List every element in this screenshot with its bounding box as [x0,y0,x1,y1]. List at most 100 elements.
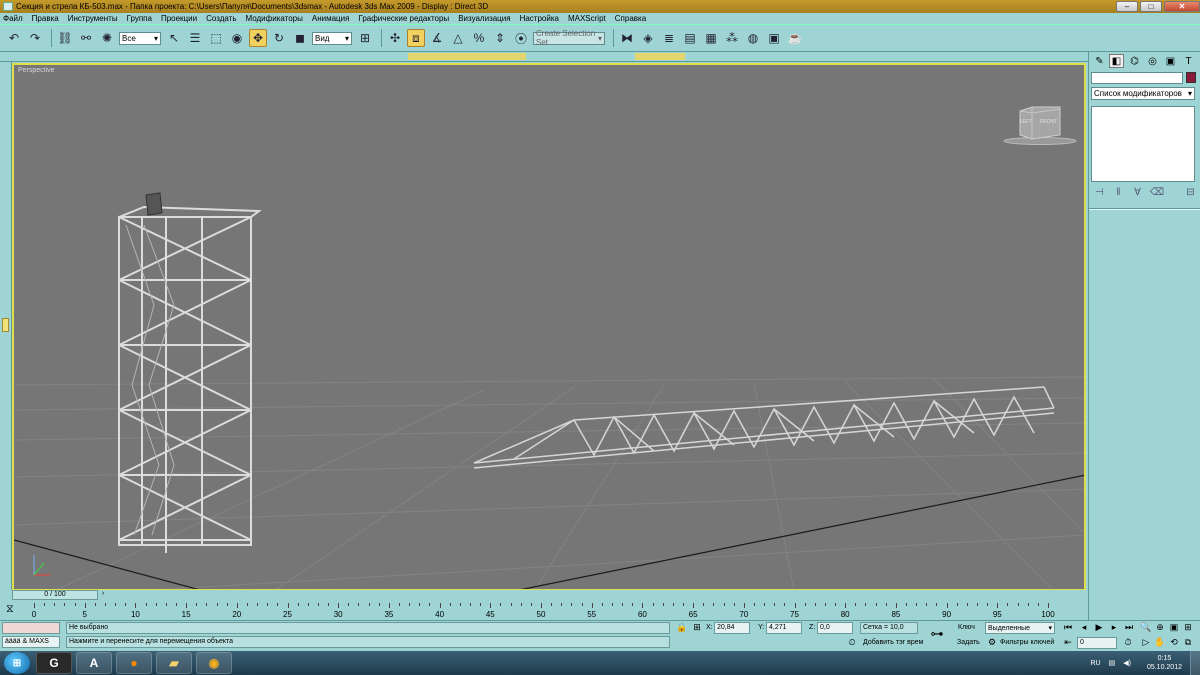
zoom-extents-all-icon[interactable]: ⊞ [1182,622,1194,634]
viewport-label[interactable]: Perspective [18,67,55,74]
pivot-center-icon[interactable]: ⊞ [356,29,374,47]
next-frame-icon[interactable]: ▸ [1108,622,1120,634]
set-key-button[interactable]: Задать [957,639,980,646]
viewcube[interactable]: LEFT FRONT [1002,105,1078,147]
create-tab-icon[interactable]: ✎ [1092,54,1107,68]
absolute-relative-icon[interactable]: ⊞ [691,622,703,634]
pin-stack-icon[interactable]: ⊣ [1093,186,1106,199]
pan-icon[interactable]: ✋ [1154,637,1166,649]
render-production-icon[interactable]: ☕ [786,29,804,47]
menu-create[interactable]: Создать [206,14,236,23]
tray-volume-icon[interactable]: ◀) [1123,659,1131,667]
viewport-handle[interactable] [2,318,9,332]
utilities-tab-icon[interactable]: T [1181,54,1196,68]
select-link-icon[interactable]: ⛓ [56,29,74,47]
minimize-button[interactable]: – [1116,1,1138,12]
taskbar-app-icon[interactable]: ◉ [196,652,232,674]
taskbar-firefox-icon[interactable]: ● [116,652,152,674]
menu-file[interactable]: Файл [3,14,23,23]
rectangle-selection-icon[interactable]: ⬚ [207,29,225,47]
bind-space-warp-icon[interactable]: ✺ [98,29,116,47]
orbit-icon[interactable]: ⟲ [1168,637,1180,649]
maximize-viewport-icon[interactable]: ⧉ [1182,637,1194,649]
named-selection-sets-dropdown[interactable]: Create Selection Set ▾ [533,29,605,47]
taskbar-explorer-icon[interactable]: ▰ [156,652,192,674]
go-to-start-icon[interactable]: ⏮ [1062,622,1074,634]
go-to-end-icon[interactable]: ⏭ [1123,622,1135,634]
rotate-icon[interactable]: ↻ [270,29,288,47]
add-time-tag-button[interactable]: Добавить тэг врем [863,639,923,646]
menu-tools[interactable]: Инструменты [68,14,118,23]
show-desktop-button[interactable] [1190,651,1200,675]
select-by-name-icon[interactable]: ☰ [186,29,204,47]
reference-coordinate-dropdown[interactable]: Вид ▾ [312,31,352,45]
taskbar-3dsmax-icon[interactable]: G [36,652,72,674]
time-configuration-icon[interactable]: ⏱ [1122,637,1134,649]
scale-icon[interactable]: ◼ [291,29,309,47]
display-tab-icon[interactable]: ▣ [1163,54,1178,68]
x-coordinate-field[interactable]: 20,84 [714,622,750,634]
select-object-icon[interactable]: ↖ [165,29,183,47]
close-button[interactable]: ✕ [1164,1,1200,12]
menu-animation[interactable]: Анимация [312,14,350,23]
key-mode-dropdown[interactable]: Выделенные ▾ [985,622,1055,634]
y-coordinate-field[interactable]: 4,271 [766,622,802,634]
unlink-icon[interactable]: ⚯ [77,29,95,47]
start-button[interactable]: ⊞ [4,652,30,674]
menu-help[interactable]: Справка [615,14,646,23]
snaps-toggle-icon[interactable]: ∡ [428,29,446,47]
keyboard-shortcut-override-icon[interactable]: ⧈ [407,29,425,47]
key-mode-toggle-icon[interactable]: ⇤ [1062,637,1074,649]
zoom-extents-icon[interactable]: ▣ [1168,622,1180,634]
menu-views[interactable]: Проекции [161,14,197,23]
maximize-button[interactable]: □ [1140,1,1162,12]
selection-filter-dropdown[interactable]: Все ▾ [119,31,161,45]
edit-named-selection-icon[interactable]: ⦿ [512,29,530,47]
time-tag-icon[interactable]: ⏲ [846,637,858,649]
modifier-list-dropdown[interactable]: Список модификаторов ▾ [1091,87,1195,100]
auto-key-button[interactable]: Ключ [958,624,975,631]
modify-tab-icon[interactable]: ◧ [1109,54,1124,68]
window-crossing-icon[interactable]: ◉ [228,29,246,47]
curve-editor-icon[interactable]: ▦ [702,29,720,47]
time-slider-next-icon[interactable]: › [98,590,108,600]
material-editor-icon[interactable]: ◍ [744,29,762,47]
spinner-snap-icon[interactable]: ⇕ [491,29,509,47]
taskbar-autodesk-icon[interactable]: A [76,652,112,674]
modifier-stack[interactable] [1091,106,1195,182]
menu-group[interactable]: Группа [127,14,152,23]
tower-section[interactable] [118,205,262,553]
undo-icon[interactable]: ↶ [5,29,23,47]
maxscript-mini-listener[interactable]: ääää & MAXS [2,636,60,648]
remove-modifier-icon[interactable]: ⌫ [1150,186,1164,199]
lock-selection-icon[interactable]: 🔒 [676,622,688,634]
maxscript-mini-listener-top[interactable] [2,622,60,634]
time-slider[interactable]: 0 / 100 › [12,590,1088,600]
z-coordinate-field[interactable]: 0,0 [817,622,853,634]
language-indicator[interactable]: RU [1090,660,1100,667]
ribbon-handle[interactable] [408,53,526,60]
mirror-icon[interactable]: ⧓ [618,29,636,47]
current-frame-field[interactable]: 0 [1077,637,1117,649]
mini-curve-editor-icon[interactable]: ⧖ [6,604,18,616]
tray-network-icon[interactable]: ▤ [1109,659,1116,667]
previous-frame-icon[interactable]: ◂ [1078,622,1090,634]
menu-customize[interactable]: Настройка [520,14,559,23]
align-icon[interactable]: ◈ [639,29,657,47]
key-icon[interactable]: ⊶ [928,627,946,640]
schematic-view-icon[interactable]: ⁂ [723,29,741,47]
system-clock[interactable]: 0:15 05.10.2012 [1147,654,1182,672]
time-slider-thumb[interactable]: 0 / 100 [12,590,98,600]
graphite-ribbon-icon[interactable]: ▤ [681,29,699,47]
make-unique-icon[interactable]: ∀ [1131,186,1144,199]
track-bar[interactable]: ⧖ 0 5 10 15 20 25 30 35 40 45 50 55 60 65 70 75 80 85 90 95… [0,601,1088,621]
move-icon[interactable]: ✥ [249,29,267,47]
render-setup-icon[interactable]: ▣ [765,29,783,47]
zoom-icon[interactable]: 🔍 [1140,622,1152,634]
play-icon[interactable]: ▶ [1093,622,1105,634]
ribbon-handle[interactable] [635,53,685,60]
configure-modifier-sets-icon[interactable]: ⊟ [1184,186,1197,199]
percent-snap-icon[interactable]: % [470,29,488,47]
menu-edit[interactable]: Правка [32,14,59,23]
key-filters-button[interactable]: Фильтры ключей [1000,639,1054,646]
